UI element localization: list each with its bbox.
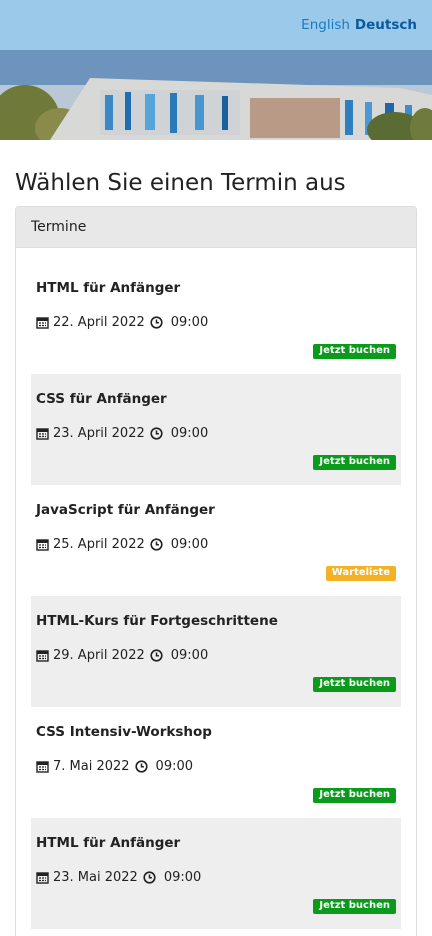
event-title: HTML-Kurs für Fortgeschrittene xyxy=(36,613,278,629)
event-title: JavaScript für Anfänger xyxy=(36,502,215,518)
event-meta: 7. Mai 2022 09:00 xyxy=(36,759,193,774)
book-now-badge[interactable]: Jetzt buchen xyxy=(313,899,396,914)
event-title: HTML für Anfänger xyxy=(36,835,181,851)
clock-icon xyxy=(150,427,163,440)
book-now-badge[interactable]: Jetzt buchen xyxy=(313,455,396,470)
calendar-icon xyxy=(36,317,49,329)
event-meta: 22. April 2022 09:00 xyxy=(36,315,208,330)
calendar-icon xyxy=(36,539,49,551)
event-date: 29. April 2022 xyxy=(53,648,145,663)
event-title: HTML für Anfänger xyxy=(36,280,181,296)
calendar-icon xyxy=(36,650,49,662)
calendar-icon xyxy=(36,761,49,773)
event-date: 22. April 2022 xyxy=(53,315,145,330)
event-time: 09:00 xyxy=(170,648,209,663)
book-now-badge[interactable]: Jetzt buchen xyxy=(313,677,396,692)
clock-icon xyxy=(134,760,148,773)
panel-heading-label: Termine xyxy=(31,219,87,235)
event-title: CSS für Anfänger xyxy=(36,391,167,407)
clock-icon xyxy=(143,871,156,884)
event-item[interactable]: HTML-Kurs für Fortgeschrittene 29. April… xyxy=(31,596,401,707)
event-time: 09:00 xyxy=(170,315,209,330)
language-english-link[interactable]: English xyxy=(301,17,350,33)
clock-icon xyxy=(150,538,163,551)
event-meta: 23. April 2022 09:00 xyxy=(36,426,208,441)
event-item[interactable]: CSS für Anfänger 23. April 2022 09:00 Je… xyxy=(31,374,401,485)
book-now-badge[interactable]: Jetzt buchen xyxy=(313,788,396,803)
waitlist-badge[interactable]: Warteliste xyxy=(325,566,396,581)
calendar-icon xyxy=(36,428,49,440)
event-item[interactable]: HTML für Anfänger 22. April 2022 09:00 J… xyxy=(31,263,401,374)
clock-icon xyxy=(150,649,163,662)
calendar-icon xyxy=(36,872,49,884)
event-date: 25. April 2022 xyxy=(53,537,145,552)
book-now-badge[interactable]: Jetzt buchen xyxy=(313,344,396,359)
event-item[interactable]: JavaScript für Anfänger 25. April 2022 0… xyxy=(31,485,401,596)
event-item[interactable]: HTML für Anfänger 23. Mai 2022 09:00 Jet… xyxy=(31,818,401,929)
event-date: 7. Mai 2022 xyxy=(53,759,130,774)
event-date: 23. Mai 2022 xyxy=(53,870,138,885)
appointments-list: HTML für Anfänger 22. April 2022 09:00 J… xyxy=(16,248,416,929)
event-title: CSS Intensiv-Workshop xyxy=(36,724,212,740)
event-meta: 25. April 2022 09:00 xyxy=(36,537,208,552)
event-meta: 23. Mai 2022 09:00 xyxy=(36,870,201,885)
event-time: 09:00 xyxy=(163,870,202,885)
event-date: 23. April 2022 xyxy=(53,426,145,441)
event-time: 09:00 xyxy=(155,759,194,774)
event-time: 09:00 xyxy=(170,426,209,441)
hero-image xyxy=(0,50,432,140)
top-bar: English Deutsch xyxy=(0,0,432,50)
event-item[interactable]: CSS Intensiv-Workshop 7. Mai 2022 09:00 … xyxy=(31,707,401,818)
language-deutsch-link[interactable]: Deutsch xyxy=(355,17,417,33)
page-title: Wählen Sie einen Termin aus xyxy=(15,170,346,196)
clock-icon xyxy=(150,316,163,329)
appointments-panel: Termine HTML für Anfänger 22. April 2022… xyxy=(15,206,417,936)
event-meta: 29. April 2022 09:00 xyxy=(36,648,208,663)
event-time: 09:00 xyxy=(170,537,209,552)
panel-heading: Termine xyxy=(16,207,416,248)
